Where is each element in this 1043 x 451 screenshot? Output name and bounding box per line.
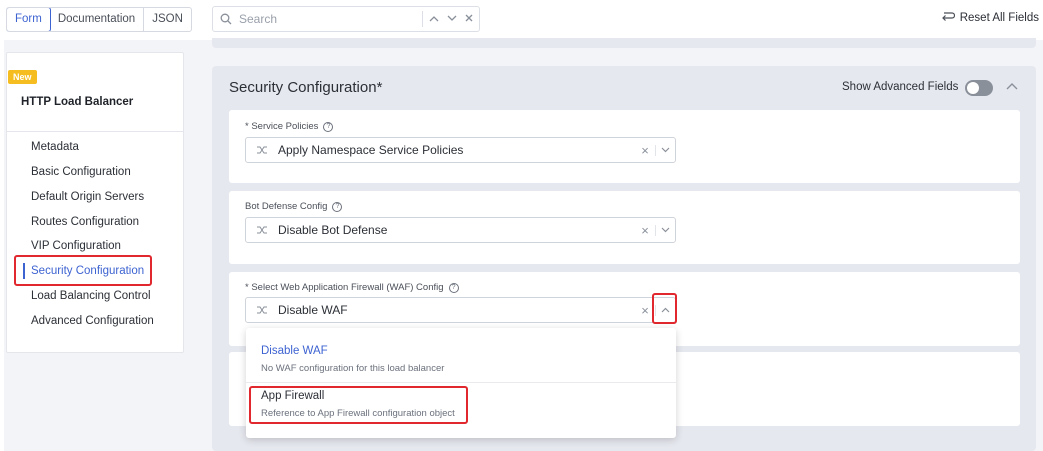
search-input[interactable] (239, 12, 422, 26)
chevron-down-icon[interactable] (655, 224, 675, 236)
clear-icon[interactable]: × (635, 143, 655, 158)
bot-defense-label-text: Bot Defense Config (245, 201, 328, 212)
bot-defense-label: Bot Defense Config ? (245, 201, 343, 212)
shuffle-icon (246, 225, 278, 235)
shuffle-icon (246, 145, 278, 155)
next-result-icon[interactable] (447, 13, 457, 25)
sidebar-title: HTTP Load Balancer (21, 96, 134, 108)
previous-section-panel (212, 38, 1036, 48)
sidebar-item-default-origin-servers[interactable]: Default Origin Servers (31, 191, 144, 203)
clear-icon[interactable]: × (635, 223, 655, 238)
sidebar-item-vip-configuration[interactable]: VIP Configuration (31, 240, 121, 252)
search-nav (422, 11, 479, 27)
service-policies-label-text: * Service Policies (245, 121, 319, 132)
highlight-frame (249, 386, 468, 424)
previous-result-icon[interactable] (429, 13, 439, 25)
advanced-fields-toggle[interactable] (965, 80, 993, 96)
sidebar-item-metadata[interactable]: Metadata (31, 141, 79, 153)
option-disable-waf[interactable]: Disable WAF No WAF configuration for thi… (261, 345, 444, 374)
toggle-knob (967, 82, 979, 94)
sidebar-item-routes-configuration[interactable]: Routes Configuration (31, 216, 139, 228)
select-value: Apply Namespace Service Policies (278, 143, 464, 157)
tab-documentation[interactable]: Documentation (50, 8, 145, 31)
waf-config-select[interactable]: Disable WAF × (245, 297, 676, 323)
tab-json[interactable]: JSON (144, 8, 191, 31)
highlight-frame (652, 293, 677, 324)
sidebar-item-advanced-configuration[interactable]: Advanced Configuration (31, 315, 154, 327)
search-bar (212, 6, 480, 32)
reset-label: Reset All Fields (959, 12, 1039, 24)
sidebar-item-load-balancing-control[interactable]: Load Balancing Control (31, 290, 151, 302)
select-value: Disable WAF (278, 303, 348, 317)
info-icon[interactable]: ? (332, 201, 343, 212)
reset-all-fields-button[interactable]: Reset All Fields (941, 11, 1039, 25)
waf-config-label: * Select Web Application Firewall (WAF) … (245, 282, 459, 293)
search-icon (213, 13, 239, 25)
view-mode-tabs: Form Documentation JSON (6, 7, 192, 32)
advanced-fields-label: Show Advanced Fields (842, 81, 959, 93)
option-description: No WAF configuration for this load balan… (261, 363, 445, 374)
shuffle-icon (246, 305, 278, 315)
waf-config-label-text: * Select Web Application Firewall (WAF) … (245, 282, 444, 293)
info-icon[interactable]: ? (448, 282, 459, 293)
new-badge: New (8, 70, 37, 84)
chevron-down-icon[interactable] (655, 144, 675, 156)
tab-form[interactable]: Form (6, 8, 51, 31)
bot-defense-select[interactable]: Disable Bot Defense × (245, 217, 676, 243)
service-policies-select[interactable]: Apply Namespace Service Policies × (245, 137, 676, 163)
sidebar-divider (7, 131, 183, 132)
option-divider (246, 382, 676, 383)
clear-search-icon[interactable] (465, 13, 473, 25)
sidebar-item-basic-configuration[interactable]: Basic Configuration (31, 166, 131, 178)
option-title: Disable WAF (261, 345, 328, 357)
info-icon[interactable]: ? (323, 121, 334, 132)
reset-icon (941, 11, 955, 25)
collapse-section-icon[interactable] (1006, 78, 1018, 93)
service-policies-label: * Service Policies ? (245, 121, 334, 132)
highlight-frame (14, 255, 152, 286)
select-value: Disable Bot Defense (278, 223, 388, 237)
section-title: Security Configuration* (229, 79, 383, 96)
